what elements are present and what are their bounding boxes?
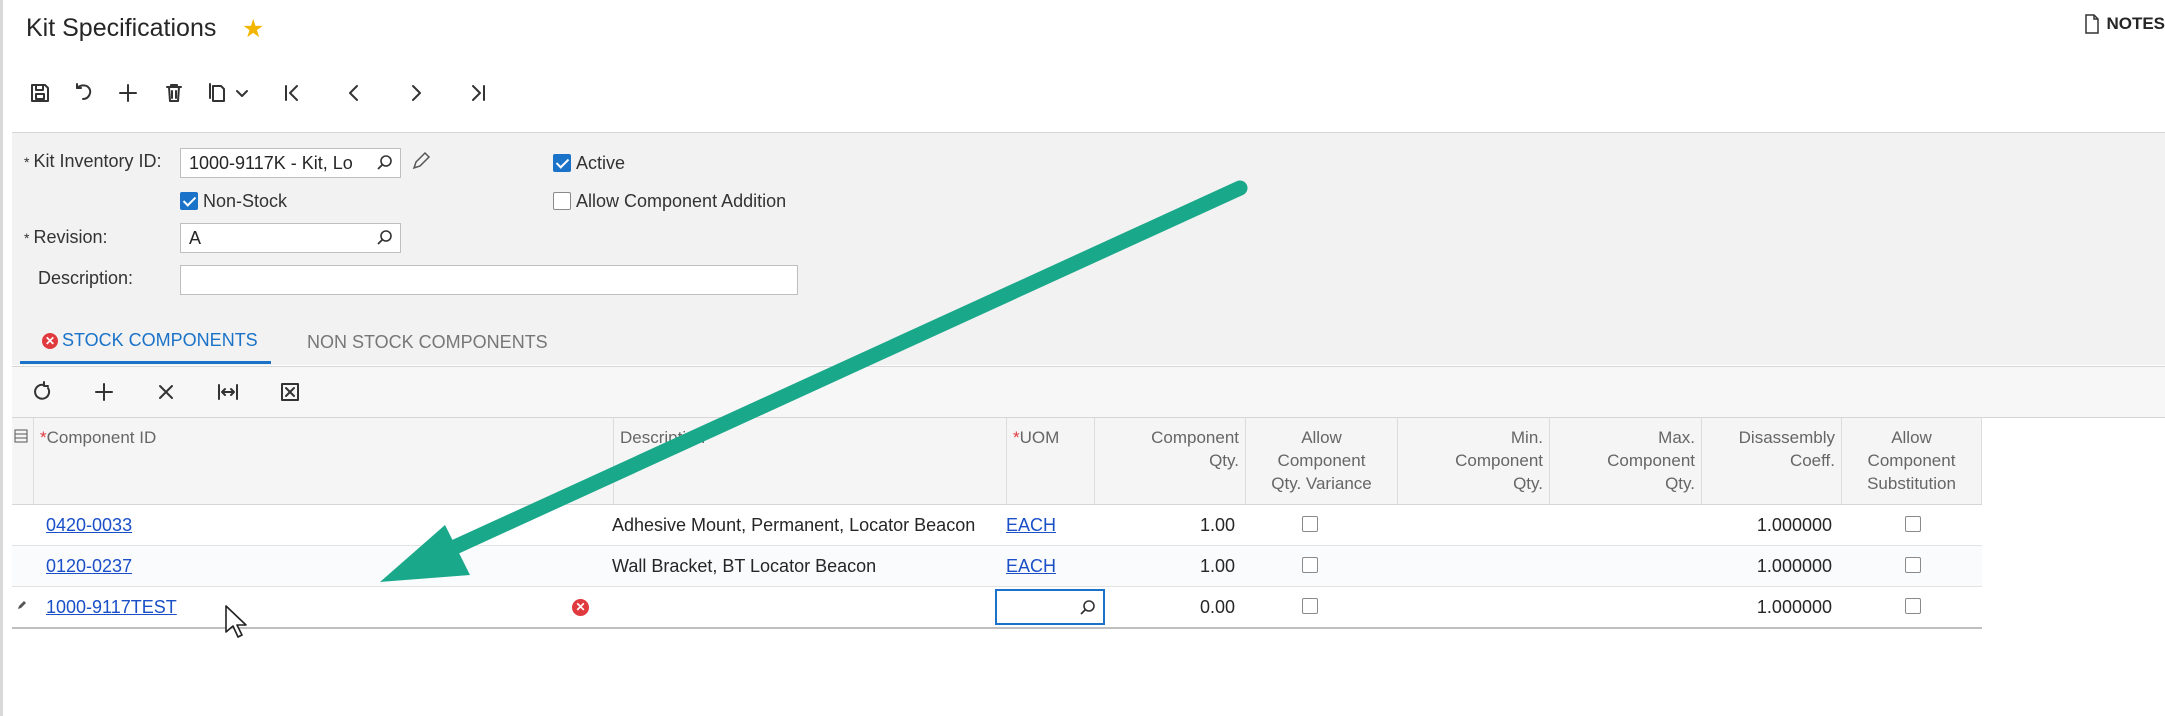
kit-inventory-id-value: 1000-9117K - Kit, Lo [189, 153, 353, 173]
save-button[interactable] [22, 76, 58, 110]
grid-settings-icon [14, 429, 28, 443]
chevron-left-icon [349, 85, 358, 101]
active-label: Active [576, 153, 626, 173]
copy-paste-dropdown[interactable] [230, 76, 254, 110]
disassembly-coeff-cell[interactable]: 1.000000 [1702, 587, 1832, 627]
active-checkbox[interactable] [553, 154, 571, 172]
export-excel-icon [281, 383, 299, 401]
fit-columns-button[interactable] [212, 377, 244, 407]
notes-label: NOTES [2106, 14, 2165, 33]
error-icon: ✕ [42, 332, 58, 349]
uom-link[interactable]: EACH [1006, 505, 1056, 545]
add-row-icon [95, 383, 113, 401]
column-header-allow-qty-variance[interactable]: Allow Component Qty. Variance [1246, 418, 1398, 504]
chevron-down-icon [236, 90, 248, 97]
notes-button[interactable]: NOTES [2084, 14, 2165, 34]
row-edit-pencil-icon [18, 601, 26, 609]
column-header-allow-substitution[interactable]: Allow Component Substitution [1842, 418, 1982, 504]
column-header-component-qty[interactable]: Component Qty. [1095, 418, 1246, 504]
error-icon: ✕ [572, 599, 589, 616]
revision-field[interactable]: A [180, 223, 401, 253]
table-row[interactable]: 0420-0033 Adhesive Mount, Permanent, Loc… [12, 505, 1982, 546]
disassembly-coeff-cell[interactable]: 1.000000 [1702, 546, 1832, 586]
allow-variance-checkbox[interactable] [1302, 557, 1318, 573]
component-id-link[interactable]: 1000-9117TEST [46, 587, 177, 627]
mouse-cursor-icon [225, 605, 247, 638]
last-record-icon [472, 85, 485, 101]
allow-substitution-checkbox[interactable] [1905, 516, 1921, 532]
last-record-button[interactable] [460, 76, 496, 110]
add-row-button[interactable] [88, 377, 120, 407]
non-stock-checkbox[interactable] [180, 192, 198, 210]
add-icon [119, 84, 137, 102]
column-header-description[interactable]: Description [614, 418, 1007, 504]
component-qty-cell[interactable]: 1.00 [1095, 546, 1235, 586]
kit-inventory-id-label: * Kit Inventory ID: [24, 151, 162, 171]
description-cell: Wall Bracket, BT Locator Beacon [612, 556, 877, 576]
export-excel-button[interactable] [274, 377, 306, 407]
kit-inventory-id-field[interactable]: 1000-9117K - Kit, Lo [180, 148, 401, 178]
undo-button[interactable] [66, 76, 102, 110]
favorite-star-icon[interactable]: ★ [242, 14, 264, 44]
edit-pencil-icon[interactable] [410, 150, 432, 172]
next-record-button[interactable] [398, 76, 434, 110]
undo-icon [76, 83, 92, 100]
document-icon [2085, 14, 2100, 34]
component-qty-cell[interactable]: 1.00 [1095, 505, 1235, 545]
tab-non-stock-components[interactable]: NON STOCK COMPONENTS [307, 320, 548, 364]
component-qty-cell[interactable]: 0.00 [1095, 587, 1235, 627]
allow-variance-checkbox[interactable] [1302, 516, 1318, 532]
save-icon [31, 84, 49, 102]
previous-record-button[interactable] [336, 76, 372, 110]
delete-icon [166, 84, 182, 102]
column-header-min-qty[interactable]: Min. Component Qty. [1398, 418, 1550, 504]
uom-input[interactable] [995, 589, 1105, 625]
column-header-component-id[interactable]: *Component ID [34, 418, 614, 504]
uom-link[interactable]: EACH [1006, 546, 1056, 586]
column-header-disassembly-coeff[interactable]: Disassembly Coeff. [1702, 418, 1842, 504]
column-header-max-qty[interactable]: Max. Component Qty. [1550, 418, 1702, 504]
table-row[interactable]: 1000-9117TEST ✕ 0.00 1.000000 [12, 587, 1982, 629]
allow-substitution-checkbox[interactable] [1905, 557, 1921, 573]
fit-columns-icon [218, 384, 238, 400]
chevron-right-icon [412, 85, 421, 101]
copy-paste-icon [209, 83, 225, 102]
component-id-link[interactable]: 0120-0237 [46, 546, 132, 586]
table-row[interactable]: 0120-0237 Wall Bracket, BT Locator Beaco… [12, 546, 1982, 587]
left-border [0, 0, 3, 716]
revision-label: * Revision: [24, 227, 108, 247]
tab-stock-components[interactable]: ✕ STOCK COMPONENTS [20, 320, 271, 364]
allow-component-addition-checkbox[interactable] [553, 192, 571, 210]
add-button[interactable] [110, 76, 146, 110]
search-icon[interactable] [376, 154, 394, 172]
refresh-icon [34, 381, 51, 400]
delete-button[interactable] [156, 76, 192, 110]
description-cell: Adhesive Mount, Permanent, Locator Beaco… [612, 515, 976, 535]
row-selector-header[interactable] [12, 418, 34, 504]
component-id-link[interactable]: 0420-0033 [46, 505, 132, 545]
first-record-icon [285, 85, 298, 101]
column-header-uom[interactable]: *UOM [1007, 418, 1095, 504]
non-stock-label: Non-Stock [203, 191, 288, 211]
page-title: Kit Specifications [26, 14, 217, 42]
revision-value: A [189, 228, 202, 248]
delete-row-button[interactable] [150, 377, 182, 407]
description-label: Description: [38, 268, 134, 288]
allow-variance-checkbox[interactable] [1302, 598, 1318, 614]
first-record-button[interactable] [274, 76, 310, 110]
disassembly-coeff-cell[interactable]: 1.000000 [1702, 505, 1832, 545]
delete-row-icon [159, 385, 173, 399]
description-field[interactable] [180, 265, 798, 295]
allow-substitution-checkbox[interactable] [1905, 598, 1921, 614]
grid-header: *Component ID Description *UOM Component… [12, 418, 1982, 505]
search-icon[interactable] [376, 229, 394, 247]
allow-component-addition-label: Allow Component Addition [576, 191, 787, 211]
refresh-button[interactable] [26, 377, 58, 407]
grid-toolbar [12, 366, 2165, 418]
